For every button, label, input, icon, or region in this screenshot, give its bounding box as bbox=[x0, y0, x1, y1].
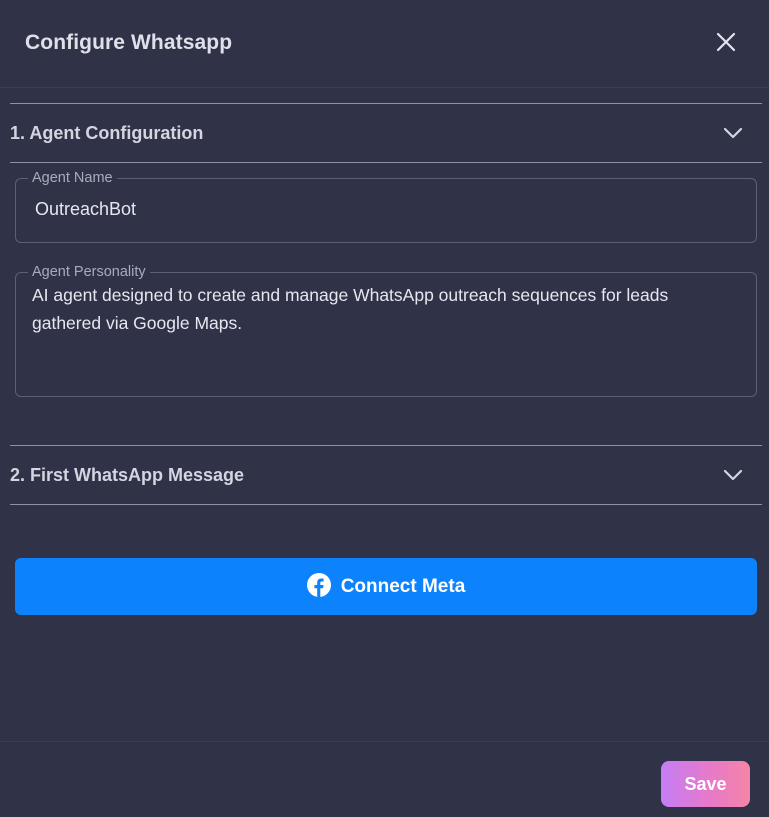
section-title: 1. Agent Configuration bbox=[10, 122, 204, 143]
section-divider bbox=[10, 504, 762, 505]
modal-header: Configure Whatsapp bbox=[0, 0, 769, 88]
agent-name-input[interactable] bbox=[35, 199, 743, 220]
agent-personality-field[interactable]: Agent Personality AI agent designed to c… bbox=[15, 264, 757, 397]
section-header-agent-configuration[interactable]: 1. Agent Configuration bbox=[10, 104, 762, 162]
connect-meta-button[interactable]: Connect Meta bbox=[15, 558, 757, 615]
section-title: 2. First WhatsApp Message bbox=[10, 464, 245, 485]
section-header-first-whatsapp-message[interactable]: 2. First WhatsApp Message bbox=[10, 446, 762, 504]
agent-personality-label: Agent Personality bbox=[32, 264, 146, 280]
section-divider bbox=[10, 162, 762, 163]
modal-title: Configure Whatsapp bbox=[25, 31, 233, 54]
footer-divider bbox=[0, 741, 769, 742]
close-icon bbox=[716, 32, 736, 57]
save-button[interactable]: Save bbox=[661, 761, 750, 807]
close-button[interactable] bbox=[712, 30, 740, 58]
agent-name-field[interactable]: Agent Name bbox=[15, 170, 757, 243]
facebook-icon bbox=[306, 573, 331, 600]
agent-name-label: Agent Name bbox=[32, 170, 113, 186]
agent-personality-textarea[interactable]: AI agent designed to create and manage W… bbox=[32, 281, 740, 365]
connect-meta-label: Connect Meta bbox=[340, 575, 466, 597]
chevron-down-icon bbox=[722, 464, 744, 486]
chevron-down-icon bbox=[722, 122, 744, 144]
